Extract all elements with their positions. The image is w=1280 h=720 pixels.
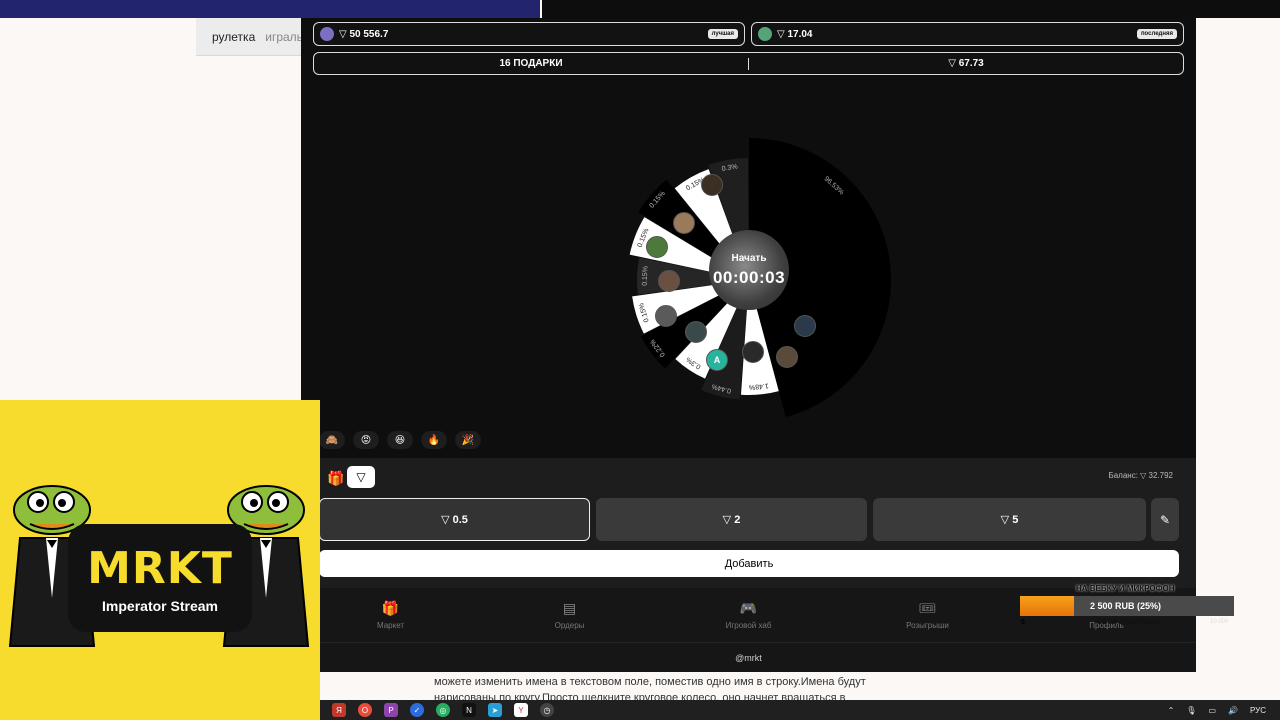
stream-top-strip (542, 0, 1280, 18)
yandex-browser-icon[interactable]: Y (514, 703, 528, 717)
nav-item-label: Ордеры (554, 621, 585, 630)
best-badge: лучшая (707, 29, 738, 39)
player-avatar (742, 341, 764, 363)
nav-item-label: Игровой хаб (725, 621, 772, 630)
logo-badge: MRKT Imperator Stream (68, 524, 252, 632)
segment-percent-label: 0.15% (642, 266, 650, 286)
background-page-tabs: рулетка игралы (196, 18, 306, 56)
player-avatar (646, 236, 668, 258)
countdown-timer: 00:00:03 (712, 267, 786, 287)
player-avatar-letter: A (706, 349, 728, 371)
avatar (320, 27, 334, 41)
app-icon[interactable]: ◷ (540, 703, 554, 717)
nav-item-market[interactable]: 🎁 Маркет (301, 588, 480, 642)
gifts-count: 16 ПОДАРКИ (499, 58, 563, 69)
volume-icon[interactable]: 🔊 (1228, 706, 1238, 715)
reaction-monkey[interactable]: 🙈 (319, 431, 345, 449)
goal-status: СБОР ЗАВЕРШЁН (1097, 619, 1160, 626)
tab-games[interactable]: игралы (265, 30, 305, 44)
gamepad-icon: 🎮 (739, 600, 758, 616)
telegram-icon[interactable]: ➤ (488, 703, 502, 717)
reactions-bar: 🙈 😡 😆 🔥 🎉 (319, 431, 481, 449)
bet-amount-option[interactable]: ▽ 5 (873, 498, 1146, 541)
opera-icon[interactable]: O (358, 703, 372, 717)
best-result-stat: ▽ 50 556.7 лучшая (313, 22, 745, 46)
gift-icon[interactable]: 🎁 (327, 470, 344, 487)
gift-icon: 🎁 (381, 600, 400, 616)
start-label: Начать (731, 252, 767, 264)
add-button[interactable]: Добавить (319, 550, 1179, 577)
nav-item-orders[interactable]: ▤ Ордеры (480, 588, 659, 642)
mrkt-app-window: ▽ 50 556.7 лучшая ▽ 17.04 последняя 16 П… (301, 18, 1196, 672)
app-icon[interactable]: P (384, 703, 398, 717)
player-avatar (673, 212, 695, 234)
pencil-icon: ✎ (1159, 512, 1171, 527)
logo-title: MRKT (87, 542, 233, 594)
bet-panel: 🎁 ▽ Баланс: ▽ 32.792 ▽ 0.5 ▽ 2 ▽ 5 ✎ Доб… (301, 458, 1196, 588)
tab-roulette[interactable]: рулетка (212, 30, 255, 44)
avatar (758, 27, 772, 41)
ticket-icon: 🎟 (918, 600, 937, 616)
reaction-laugh[interactable]: 😆 (387, 431, 413, 449)
player-avatar (658, 270, 680, 292)
system-tray: ⌃ 🎙 ▭ 🔊 РУС (1168, 700, 1266, 720)
os-taskbar: Я O P ✓ ◎ N ➤ Y ◷ ⌃ 🎙 ▭ 🔊 РУС (320, 700, 1280, 720)
balance-label: Баланс: ▽ 32.792 (1108, 471, 1173, 480)
language-indicator[interactable]: РУС (1250, 706, 1266, 715)
goal-title: НА ВЕБКУ И МИКРОФОН (1076, 584, 1175, 593)
donation-goal-widget: НА ВЕБКУ И МИКРОФОН 2 500 RUB (25%) 0 СБ… (1020, 582, 1234, 630)
background-paragraph: можете изменить имена в текстовом поле, … (434, 676, 866, 700)
player-avatar (655, 305, 677, 327)
browser-top-strip (0, 0, 540, 18)
pot-total: ▽ 67.73 (948, 58, 984, 69)
chrome-icon[interactable]: ◎ (436, 703, 450, 717)
nav-item-label: Розыгрыши (906, 621, 949, 630)
player-avatar (794, 315, 816, 337)
footer-handle[interactable]: @mrkt (301, 642, 1196, 672)
reaction-party[interactable]: 🎉 (455, 431, 481, 449)
wheel-start-hub[interactable]: Начать 00:00:03 (709, 230, 789, 310)
stream-logo-overlay: MRKT Imperator Stream (0, 400, 320, 720)
chevron-up-icon[interactable]: ⌃ (1168, 706, 1175, 715)
clipboard-icon: ▤ (562, 600, 577, 616)
reaction-fire[interactable]: 🔥 (421, 431, 447, 449)
player-avatar (701, 174, 723, 196)
nav-item-giveaways[interactable]: 🎟 Розыгрыши (838, 588, 1017, 642)
last-result-stat: ▽ 17.04 последняя (751, 22, 1184, 46)
logo-subtitle: Imperator Stream (102, 597, 218, 614)
microphone-icon[interactable]: 🎙 (1186, 706, 1196, 715)
player-avatar (776, 346, 798, 368)
edit-amount-button[interactable]: ✎ (1151, 498, 1179, 541)
round-summary-bar: 16 ПОДАРКИ ▽ 67.73 (313, 52, 1184, 75)
last-badge: последняя (1136, 29, 1177, 39)
nav-item-label: Маркет (376, 621, 405, 630)
last-result-value: ▽ 17.04 (777, 28, 813, 40)
yandex-icon[interactable]: Я (332, 703, 346, 717)
bet-amount-option[interactable]: ▽ 2 (596, 498, 867, 541)
reaction-angry[interactable]: 😡 (353, 431, 379, 449)
nav-item-game-hub[interactable]: 🎮 Игровой хаб (659, 588, 838, 642)
app-icon[interactable]: ✓ (410, 703, 424, 717)
ton-currency-toggle[interactable]: ▽ (347, 466, 375, 488)
network-icon[interactable]: ▭ (1208, 706, 1216, 715)
goal-min: 0 (1021, 619, 1025, 626)
app-icon[interactable]: N (462, 703, 476, 717)
bet-amount-option[interactable]: ▽ 0.5 (319, 498, 590, 541)
goal-progress-fill (1020, 596, 1074, 616)
goal-max: 10 000 (1210, 619, 1229, 625)
goal-amount: 2 500 RUB (25%) (1090, 601, 1162, 611)
player-avatar (685, 321, 707, 343)
best-result-value: ▽ 50 556.7 (339, 28, 389, 40)
